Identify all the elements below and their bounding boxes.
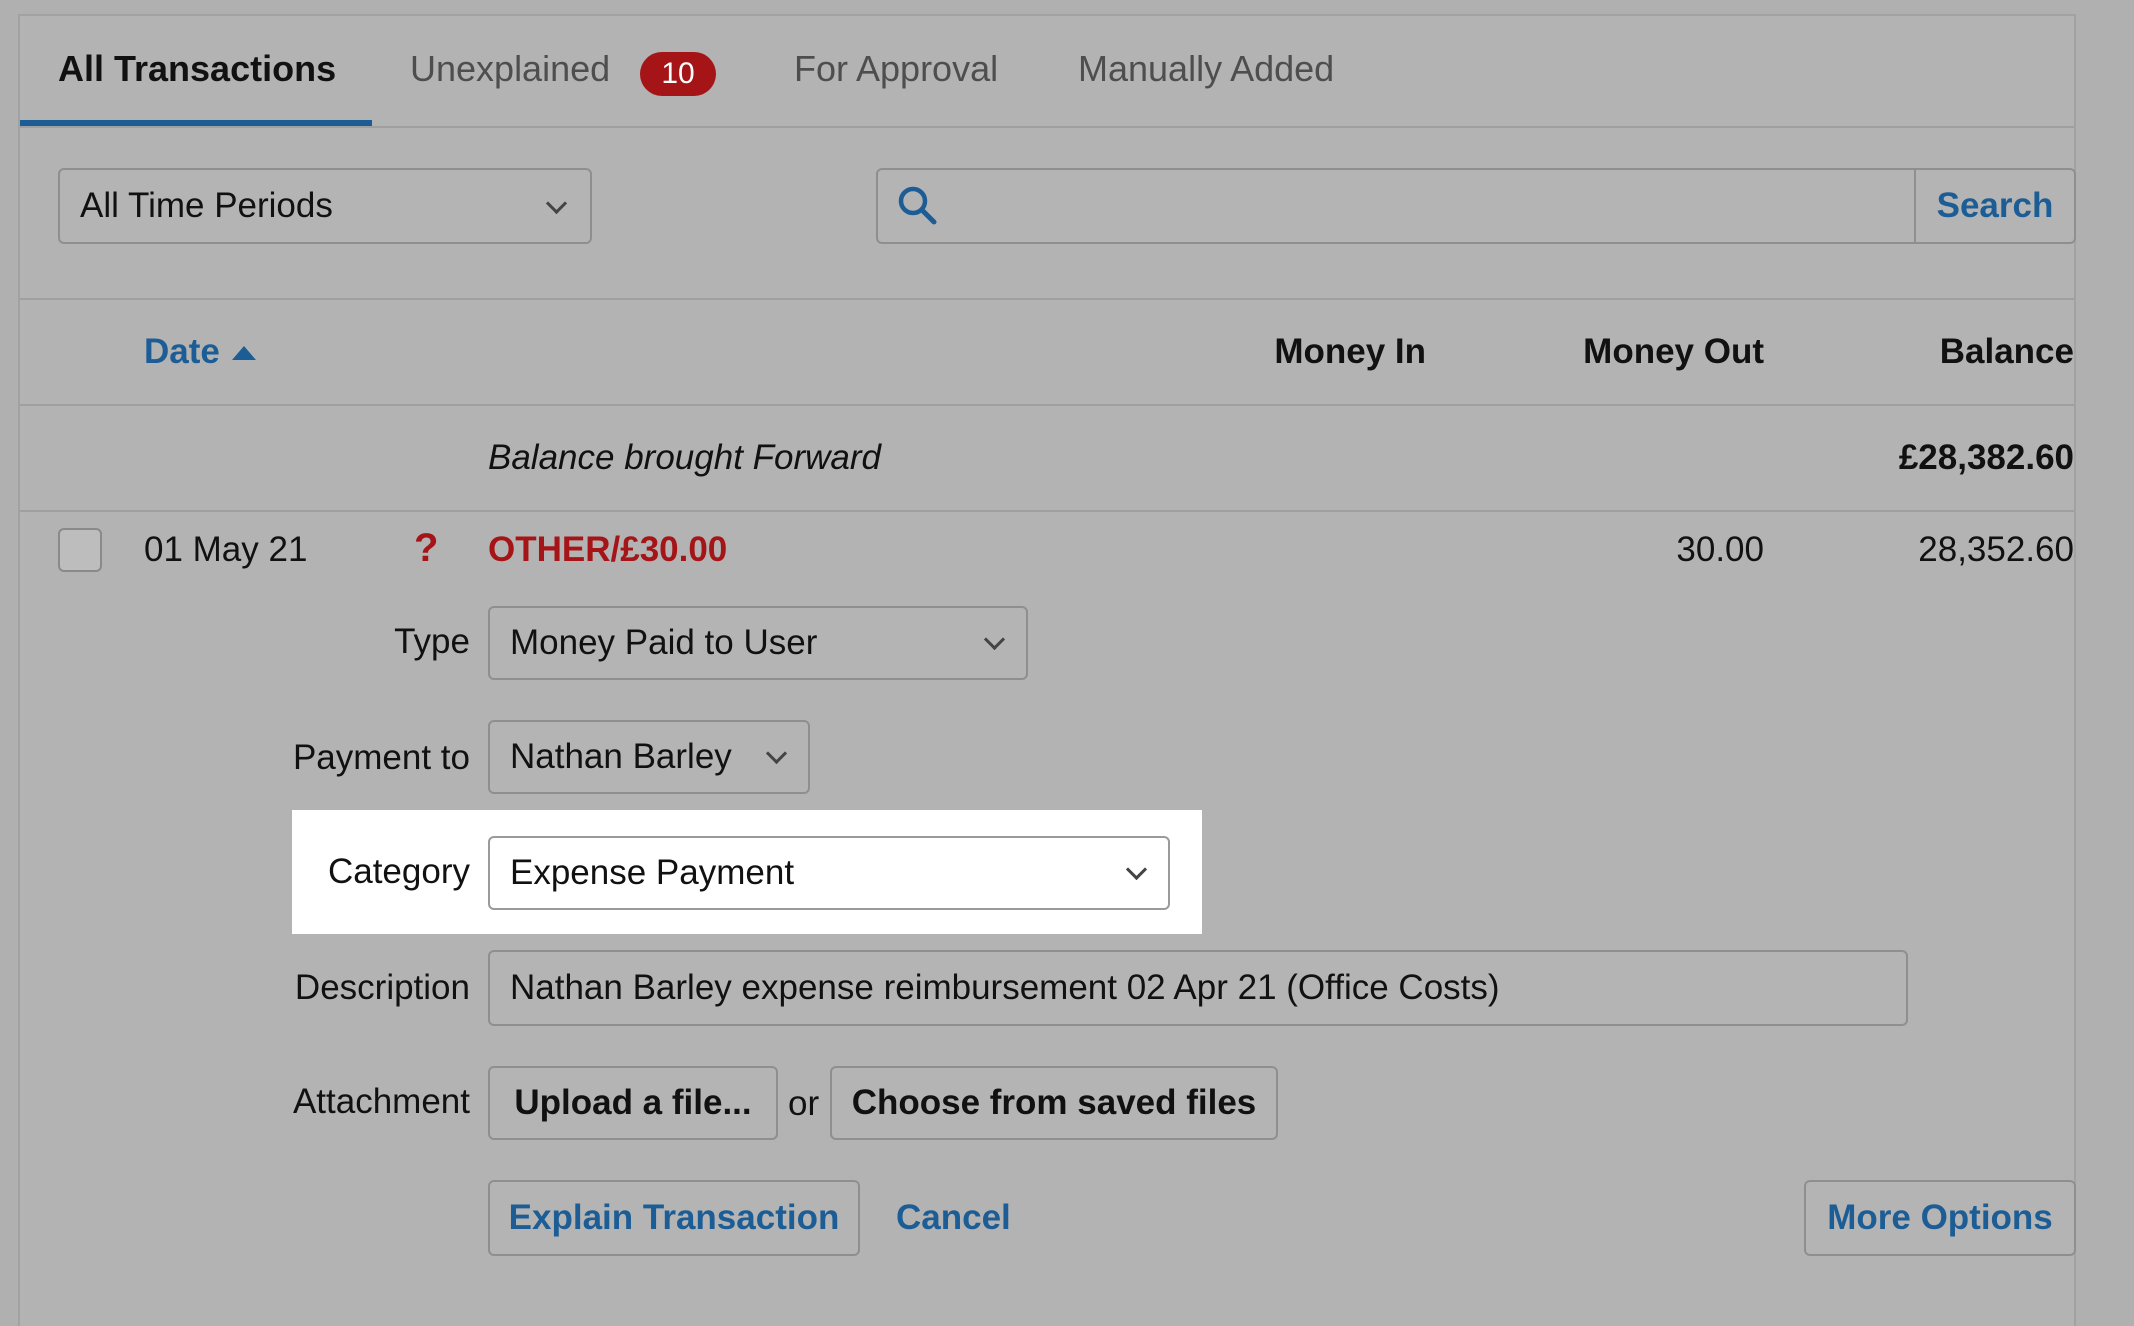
payment-to-value: Nathan Barley — [510, 737, 732, 776]
search-field: Search — [876, 168, 2076, 244]
upload-file-button[interactable]: Upload a file... — [488, 1066, 778, 1140]
transaction-name[interactable]: OTHER/£30.00 — [488, 530, 727, 570]
category-select[interactable]: Expense Payment — [488, 836, 1170, 910]
active-tab-indicator — [20, 120, 372, 126]
type-label: Type — [394, 622, 470, 661]
table-header: Date Money In Money Out Balance — [20, 300, 2074, 406]
tab-unexplained[interactable]: Unexplained — [410, 48, 610, 90]
category-label: Category — [327, 852, 470, 891]
chevron-down-icon — [1125, 858, 1148, 881]
chevron-down-icon — [765, 742, 788, 765]
explain-transaction-button[interactable]: Explain Transaction — [488, 1180, 860, 1256]
more-options-button[interactable]: More Options — [1804, 1180, 2076, 1256]
sort-ascending-icon[interactable] — [232, 346, 256, 360]
chevron-down-icon — [983, 628, 1006, 651]
cancel-link[interactable]: Cancel — [896, 1198, 1011, 1238]
description-value: Nathan Barley expense reimbursement 02 A… — [510, 968, 1500, 1007]
tab-for-approval[interactable]: For Approval — [794, 48, 998, 90]
transaction-balance: 28,352.60 — [1918, 530, 2074, 569]
search-icon — [898, 186, 937, 225]
time-period-value: All Time Periods — [80, 186, 333, 225]
filter-bar: All Time Periods Search — [20, 128, 2076, 300]
balance-column-header: Balance — [1939, 332, 2074, 371]
category-value: Expense Payment — [510, 853, 795, 892]
balance-forward-amount: £28,382.60 — [1898, 438, 2074, 477]
time-period-select[interactable]: All Time Periods — [58, 168, 592, 244]
transactions-panel: All Transactions Unexplained 10 For Appr… — [18, 14, 2076, 1326]
balance-forward-row: Balance brought Forward £28,382.60 — [20, 406, 2074, 512]
tab-bar: All Transactions Unexplained 10 For Appr… — [20, 16, 2074, 128]
transaction-date: 01 May 21 — [144, 530, 308, 569]
or-separator: or — [788, 1084, 820, 1123]
payment-to-select[interactable]: Nathan Barley — [488, 720, 810, 794]
unexplained-count-badge: 10 — [640, 52, 716, 96]
type-value: Money Paid to User — [510, 623, 818, 662]
chevron-down-icon — [545, 192, 568, 215]
type-select[interactable]: Money Paid to User — [488, 606, 1028, 680]
date-column-header[interactable]: Date — [144, 332, 220, 372]
transaction-money-out: 30.00 — [1676, 530, 1764, 569]
description-input[interactable]: Nathan Barley expense reimbursement 02 A… — [488, 950, 1908, 1026]
attachment-label: Attachment — [292, 1082, 470, 1121]
transaction-checkbox[interactable] — [58, 528, 102, 572]
unexplained-status-icon: ? — [414, 526, 439, 570]
choose-saved-files-button[interactable]: Choose from saved files — [830, 1066, 1278, 1140]
money-out-column-header: Money Out — [1583, 332, 1764, 371]
balance-forward-label: Balance brought Forward — [488, 438, 881, 477]
tab-all-transactions[interactable]: All Transactions — [58, 48, 336, 90]
search-button[interactable]: Search — [1914, 170, 2074, 242]
description-label: Description — [294, 968, 470, 1007]
payment-to-label: Payment to — [292, 738, 470, 777]
tab-manually-added[interactable]: Manually Added — [1078, 48, 1334, 90]
money-in-column-header: Money In — [1274, 332, 1426, 371]
